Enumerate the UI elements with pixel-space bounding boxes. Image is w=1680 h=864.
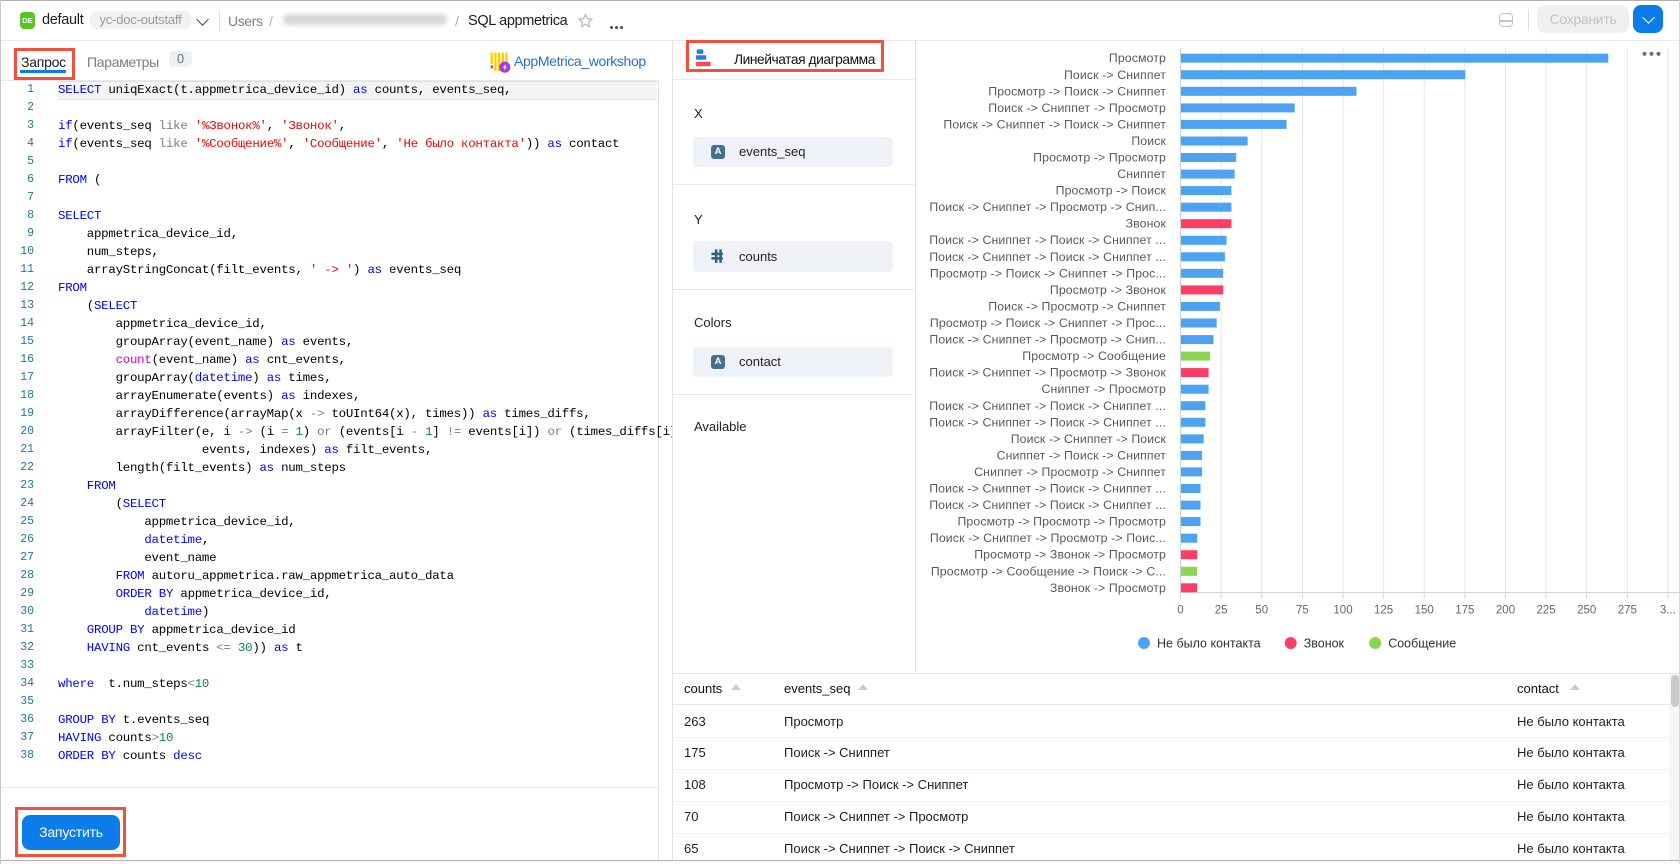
svg-text:Сообщение: Сообщение [1388, 637, 1456, 651]
svg-text:Поиск -> Сниппет -> Поиск -> С: Поиск -> Сниппет -> Поиск -> Сниппет ... [929, 399, 1166, 413]
svg-text:Просмотр -> Сообщение: Просмотр -> Сообщение [1022, 349, 1166, 363]
svg-text:Поиск -> Сниппет -> Поиск -> С: Поиск -> Сниппет -> Поиск -> Сниппет ... [929, 498, 1166, 512]
svg-text:Поиск -> Сниппет -> Поиск -> С: Поиск -> Сниппет -> Поиск -> Сниппет ... [929, 415, 1166, 429]
svg-text:Сниппет -> Поиск -> Сниппет: Сниппет -> Поиск -> Сниппет [997, 448, 1167, 462]
svg-text:Поиск: Поиск [1131, 134, 1166, 148]
svg-text:100: 100 [1333, 605, 1352, 617]
svg-text:150: 150 [1415, 605, 1434, 617]
svg-text:Просмотр -> Поиск: Просмотр -> Поиск [1056, 184, 1167, 198]
svg-text:125: 125 [1374, 605, 1393, 617]
svg-text:75: 75 [1296, 605, 1309, 617]
svg-text:Просмотр -> Поиск -> Сниппет -: Просмотр -> Поиск -> Сниппет -> Прос... [930, 266, 1166, 280]
svg-text:Не было контакта: Не было контакта [1157, 637, 1261, 651]
svg-text:Поиск -> Сниппет -> Просмотр -: Поиск -> Сниппет -> Просмотр -> Снип... [929, 200, 1166, 214]
svg-text:175: 175 [1455, 605, 1474, 617]
svg-text:Поиск -> Сниппет -> Просмотр -: Поиск -> Сниппет -> Просмотр -> Поис... [930, 531, 1166, 545]
svg-text:Поиск -> Сниппет: Поиск -> Сниппет [1064, 68, 1166, 82]
svg-text:275: 275 [1618, 605, 1637, 617]
svg-text:Поиск -> Сниппет -> Просмотр -: Поиск -> Сниппет -> Просмотр -> Звонок [929, 366, 1166, 380]
svg-text:Просмотр -> Просмотр: Просмотр -> Просмотр [1033, 151, 1166, 165]
svg-text:Просмотр -> Звонок: Просмотр -> Звонок [1050, 283, 1167, 297]
svg-text:Звонок -> Просмотр: Звонок -> Просмотр [1050, 581, 1166, 595]
svg-text:225: 225 [1537, 605, 1556, 617]
svg-text:Просмотр -> Сообщение -> Поиск: Просмотр -> Сообщение -> Поиск -> С... [931, 564, 1166, 578]
svg-text:Просмотр -> Просмотр -> Просмо: Просмотр -> Просмотр -> Просмотр [957, 515, 1166, 529]
svg-text:Просмотр -> Поиск -> Сниппет -: Просмотр -> Поиск -> Сниппет -> Прос... [930, 316, 1166, 330]
svg-text:Сниппет -> Просмотр -> Сниппет: Сниппет -> Просмотр -> Сниппет [974, 465, 1166, 479]
svg-text:Поиск -> Сниппет -> Поиск -> С: Поиск -> Сниппет -> Поиск -> Сниппет ... [929, 250, 1166, 264]
svg-text:200: 200 [1496, 605, 1515, 617]
svg-text:Поиск -> Сниппет -> Поиск -> С: Поиск -> Сниппет -> Поиск -> Сниппет ... [929, 482, 1166, 496]
svg-text:50: 50 [1255, 605, 1268, 617]
svg-text:Поиск -> Сниппет -> Поиск -> С: Поиск -> Сниппет -> Поиск -> Сниппет ... [929, 233, 1166, 247]
svg-text:3...: 3... [1660, 605, 1676, 617]
svg-text:250: 250 [1577, 605, 1596, 617]
svg-text:Поиск -> Сниппет -> Просмотр: Поиск -> Сниппет -> Просмотр [988, 101, 1166, 115]
svg-text:25: 25 [1215, 605, 1228, 617]
svg-text:Звонок: Звонок [1304, 637, 1345, 651]
svg-text:Просмотр -> Поиск -> Сниппет: Просмотр -> Поиск -> Сниппет [988, 84, 1166, 98]
svg-text:Сниппет: Сниппет [1117, 167, 1166, 181]
svg-text:Сниппет -> Просмотр: Сниппет -> Просмотр [1042, 382, 1167, 396]
svg-text:Поиск -> Сниппет -> Поиск: Поиск -> Сниппет -> Поиск [1011, 432, 1167, 446]
svg-text:Звонок: Звонок [1126, 217, 1167, 231]
svg-text:Поиск -> Сниппет -> Поиск -> С: Поиск -> Сниппет -> Поиск -> Сниппет [943, 117, 1166, 131]
svg-text:Просмотр: Просмотр [1109, 51, 1166, 65]
svg-text:Поиск -> Просмотр -> Сниппет: Поиск -> Просмотр -> Сниппет [988, 299, 1166, 313]
svg-text:0: 0 [1177, 605, 1183, 617]
svg-text:Просмотр -> Звонок -> Просмотр: Просмотр -> Звонок -> Просмотр [974, 548, 1166, 562]
svg-text:Поиск -> Сниппет -> Просмотр -: Поиск -> Сниппет -> Просмотр -> Снип... [929, 333, 1166, 347]
